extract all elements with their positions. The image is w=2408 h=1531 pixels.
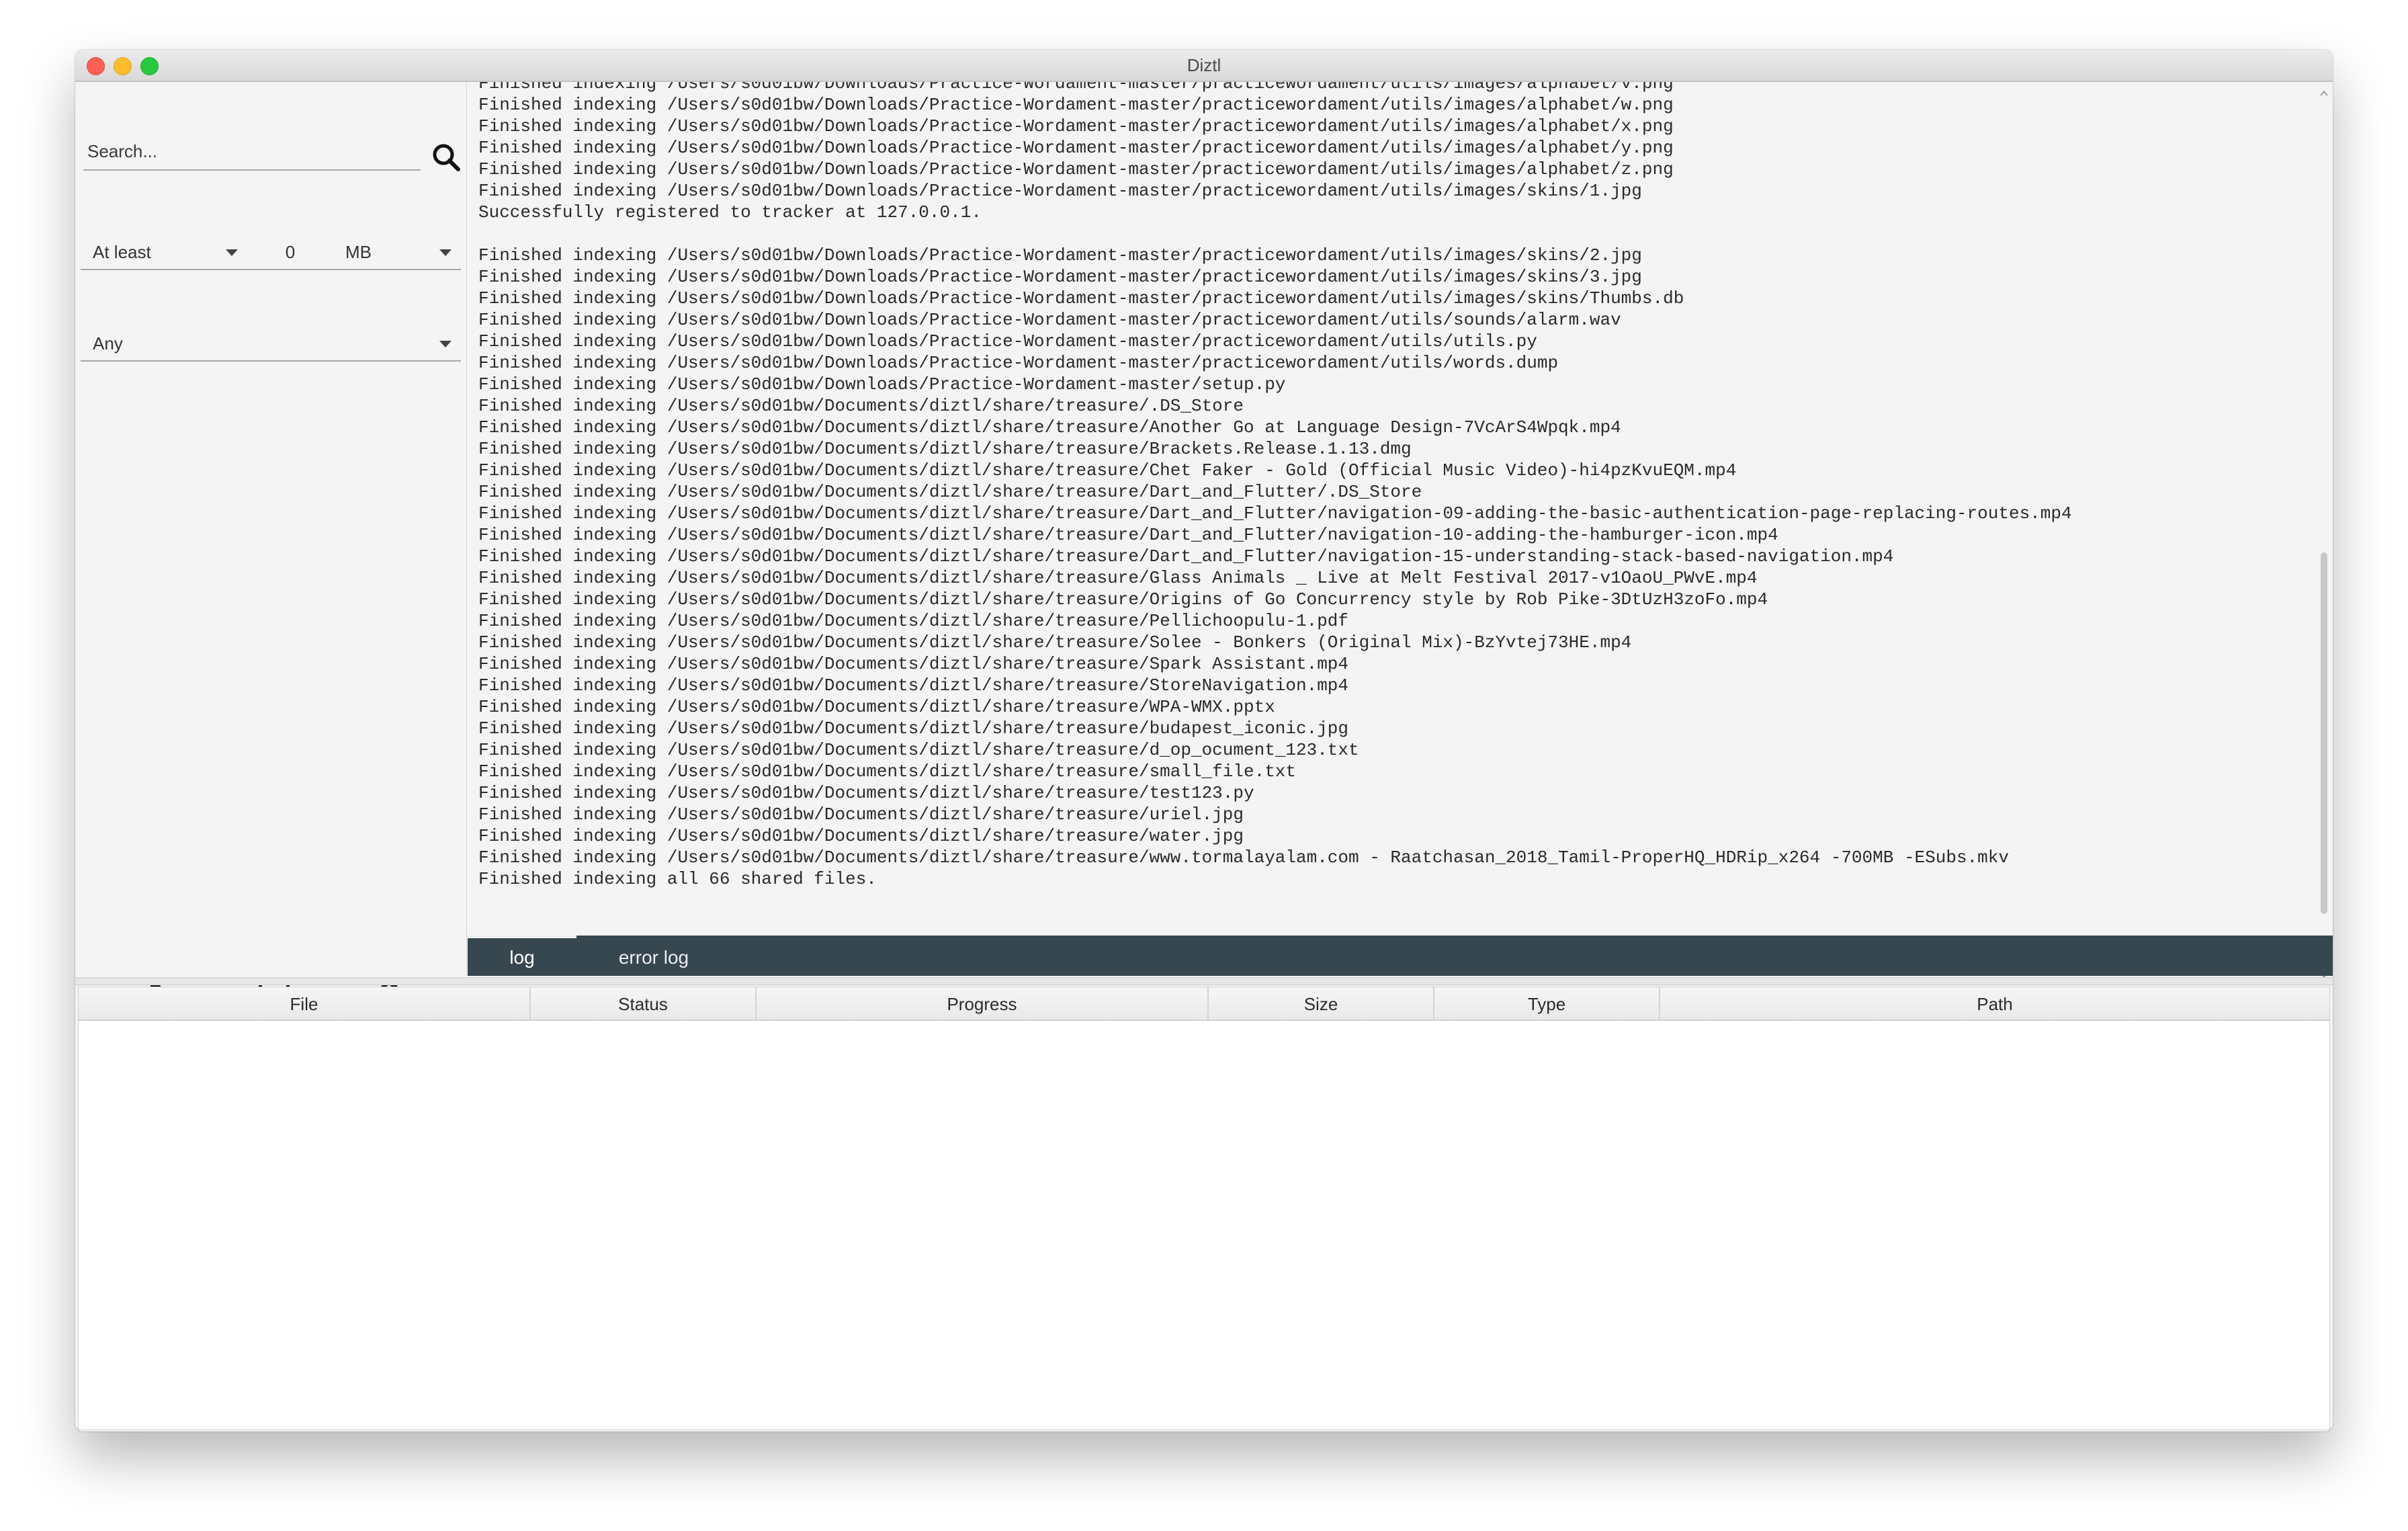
log-line: Finished indexing /Users/s0d01bw/Documen… <box>478 761 1296 782</box>
chevron-down-icon <box>439 249 452 256</box>
log-line: Finished indexing /Users/s0d01bw/Documen… <box>478 697 1275 717</box>
log-scrollbar[interactable] <box>2317 89 2331 980</box>
log-line: Finished indexing /Users/s0d01bw/Downloa… <box>478 288 1684 308</box>
log-line: Finished indexing all 66 shared files. <box>478 869 877 889</box>
log-line: Finished indexing /Users/s0d01bw/Downloa… <box>478 116 1674 136</box>
column-header-size[interactable]: Size <box>1209 987 1434 1020</box>
log-line: Finished indexing /Users/s0d01bw/Downloa… <box>478 310 1621 330</box>
split-pane-divider[interactable] <box>75 977 2333 985</box>
log-line: Finished indexing /Users/s0d01bw/Downloa… <box>478 267 1642 287</box>
size-comparator-value: At least <box>93 242 151 262</box>
log-line: Finished indexing /Users/s0d01bw/Downloa… <box>478 159 1674 179</box>
column-header-progress[interactable]: Progress <box>757 987 1209 1020</box>
window-title: Diztl <box>1187 55 1221 75</box>
app-window: Diztl At least 0 MB Any <box>75 50 2333 1432</box>
log-line: Finished indexing /Users/s0d01bw/Documen… <box>478 568 1758 588</box>
log-line: Finished indexing /Users/s0d01bw/Documen… <box>478 675 1349 696</box>
title-bar: Diztl <box>75 50 2333 82</box>
log-line: Finished indexing /Users/s0d01bw/Documen… <box>478 611 1349 631</box>
search-input[interactable] <box>83 133 421 171</box>
downloads-table[interactable]: File Status Progress Size Type Path <box>78 987 2330 1430</box>
search-icon[interactable] <box>431 142 461 172</box>
table-header: File Status Progress Size Type Path <box>79 987 2329 1021</box>
chevron-down-icon <box>226 249 238 256</box>
log-line: Finished indexing /Users/s0d01bw/Documen… <box>478 503 2072 524</box>
log-line: Finished indexing /Users/s0d01bw/Documen… <box>478 826 1244 846</box>
chevron-down-icon <box>439 341 452 347</box>
size-value-input[interactable]: 0 <box>247 234 333 270</box>
log-line: Finished indexing /Users/s0d01bw/Documen… <box>478 654 1349 674</box>
log-line: Finished indexing /Users/s0d01bw/Documen… <box>478 847 2009 868</box>
size-comparator-select[interactable]: At least <box>81 234 247 270</box>
column-header-status[interactable]: Status <box>531 987 757 1020</box>
file-type-select[interactable]: Any <box>81 325 461 362</box>
column-header-type[interactable]: Type <box>1434 987 1660 1020</box>
scroll-thumb[interactable] <box>2321 552 2327 914</box>
log-tab-bar: log error log <box>468 936 2333 976</box>
log-line: Successfully registered to tracker at 12… <box>478 202 982 222</box>
column-header-file[interactable]: File <box>79 987 531 1020</box>
file-type-value: Any <box>93 333 123 354</box>
log-line: Finished indexing /Users/s0d01bw/Documen… <box>478 632 1632 653</box>
log-line: Finished indexing /Users/s0d01bw/Downloa… <box>478 374 1286 395</box>
scroll-up-arrow-icon[interactable] <box>2319 89 2329 98</box>
log-line: Finished indexing /Users/s0d01bw/Downloa… <box>478 331 1537 351</box>
log-line: Finished indexing /Users/s0d01bw/Documen… <box>478 439 1412 459</box>
sidebar: At least 0 MB Any <box>75 82 467 1011</box>
log-line: Finished indexing /Users/s0d01bw/Downloa… <box>478 82 1674 93</box>
log-line: Finished indexing /Users/s0d01bw/Documen… <box>478 718 1349 739</box>
log-line: Finished indexing /Users/s0d01bw/Documen… <box>478 804 1244 825</box>
log-line: Finished indexing /Users/s0d01bw/Downloa… <box>478 245 1642 265</box>
log-line: Finished indexing /Users/s0d01bw/Downloa… <box>478 95 1674 115</box>
log-line: Finished indexing /Users/s0d01bw/Documen… <box>478 740 1359 760</box>
tab-error-log[interactable]: error log <box>576 936 731 976</box>
log-line: Finished indexing /Users/s0d01bw/Downloa… <box>478 181 1642 201</box>
log-text: Finished indexing /Users/s0d01bw/Downloa… <box>478 82 2292 890</box>
log-line: Finished indexing /Users/s0d01bw/Documen… <box>478 396 1244 416</box>
size-value: 0 <box>285 242 296 262</box>
log-line: Finished indexing /Users/s0d01bw/Documen… <box>478 417 1621 438</box>
size-unit-value: MB <box>345 242 372 262</box>
column-header-path[interactable]: Path <box>1660 987 2329 1020</box>
size-unit-select[interactable]: MB <box>333 234 461 270</box>
tab-log[interactable]: log <box>468 936 576 976</box>
log-line: Finished indexing /Users/s0d01bw/Documen… <box>478 525 1778 545</box>
log-line: Finished indexing /Users/s0d01bw/Documen… <box>478 482 1422 502</box>
log-panel[interactable]: Finished indexing /Users/s0d01bw/Downloa… <box>468 82 2333 984</box>
log-line: Finished indexing /Users/s0d01bw/Documen… <box>478 783 1254 803</box>
log-line: Finished indexing /Users/s0d01bw/Documen… <box>478 460 1737 481</box>
log-line: Finished indexing /Users/s0d01bw/Documen… <box>478 546 1894 567</box>
log-line: Finished indexing /Users/s0d01bw/Documen… <box>478 589 1768 610</box>
log-line: Finished indexing /Users/s0d01bw/Downloa… <box>478 138 1674 158</box>
log-line: Finished indexing /Users/s0d01bw/Downloa… <box>478 353 1559 373</box>
